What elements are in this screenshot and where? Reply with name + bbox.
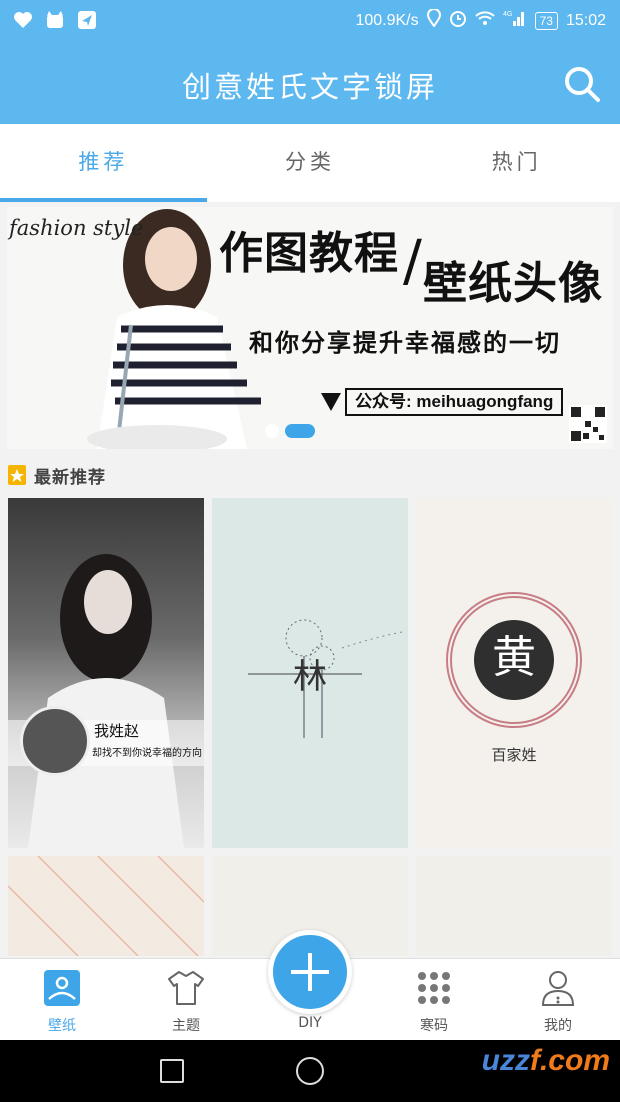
nav-code[interactable]: 寒码 [372,959,496,1040]
star-badge-icon [8,465,26,485]
nav-wallpaper-label: 壁纸 [48,1018,76,1034]
banner-title-right: 壁纸头像 [423,258,603,309]
nav-profile-label: 我的 [544,1018,572,1034]
svg-text:林: 林 [293,657,327,697]
banner-account: 公众号: meihuagongfang [321,387,564,417]
wallpaper-card-lin[interactable]: 林 [212,498,408,848]
banner-pagination [265,424,315,438]
banner-subtitle: 和你分享提升幸福感的一切 [249,328,561,357]
portrait-image [28,554,184,848]
app-title: 创意姓氏文字锁屏 [181,70,438,104]
pagination-dot[interactable] [265,424,279,438]
nav-wallpaper[interactable]: 壁纸 [0,959,124,1040]
nav-profile[interactable]: 我的 [496,959,620,1040]
wallpaper-card-4[interactable] [8,856,204,956]
nav-diy-label: DIY [298,1015,322,1031]
dandelion-illustration: 林 [248,619,403,738]
category-tabs: 推荐 分类 热门 [0,124,620,202]
pagination-dot-active[interactable] [285,424,315,438]
wallpaper-card-6[interactable] [416,856,612,956]
grid-dots-icon [418,972,450,1004]
wallpaper-card-zhao[interactable]: 我姓赵 却找不到你说幸福的方向 [8,498,204,848]
app-header: 创意姓氏文字锁屏 [0,42,620,124]
network-speed: 100.9K/s [355,11,419,29]
banner-title-left: 作图教程 [219,228,399,279]
svg-text:4G: 4G [503,11,512,18]
diy-add-button[interactable] [268,930,352,1014]
section-title: 最新推荐 [34,467,106,488]
lined-paper-image [8,856,204,956]
status-bar: 100.9K/s 4G 73 15:02 [0,0,620,42]
triangle-icon [321,393,341,411]
surname-emblem: 黄 [474,620,554,700]
notification-icons [12,10,98,30]
section-header: 最新推荐 [8,460,106,490]
cat-icon [44,10,66,30]
alarm-icon [449,9,467,32]
signal-icon: 4G [503,9,527,32]
card-motto-text: 却找不到你说幸福的方向 [92,748,202,759]
tab-recommended[interactable]: 推荐 [0,124,207,202]
clock: 15:02 [565,11,606,29]
tab-popular[interactable]: 热门 [413,124,620,202]
banner-brand-text: fashion style [9,216,144,240]
banner-divider: / [403,229,422,294]
battery-indicator: 73 [534,11,558,30]
avatar [20,706,90,776]
user-icon [541,971,575,1006]
site-watermark: uzzf.com [481,1044,610,1077]
qr-code-icon [569,405,607,443]
tshirt-icon [168,971,204,1005]
search-icon[interactable] [562,64,602,104]
nav-theme[interactable]: 主题 [124,959,248,1040]
recents-button[interactable] [160,1059,184,1083]
promo-banner[interactable]: fashion style 作图教程 / 壁纸头像 和你分享提升幸福感的一切 公… [7,207,613,449]
card-caption: 百家姓 [491,746,537,764]
health-icon [12,10,34,30]
card-surname-text: 我姓赵 [94,722,140,740]
wallpaper-card-huang[interactable]: 黄 百家姓 [416,498,612,848]
tab-categories[interactable]: 分类 [207,124,414,202]
home-button[interactable] [296,1057,324,1085]
location-icon [426,8,441,32]
wallpaper-icon [44,970,80,1006]
wifi-icon [474,10,495,31]
nav-code-label: 寒码 [420,1018,448,1034]
send-icon [76,10,98,30]
banner-account-label: 公众号: meihuagongfang [345,388,564,416]
nav-theme-label: 主题 [172,1018,200,1034]
